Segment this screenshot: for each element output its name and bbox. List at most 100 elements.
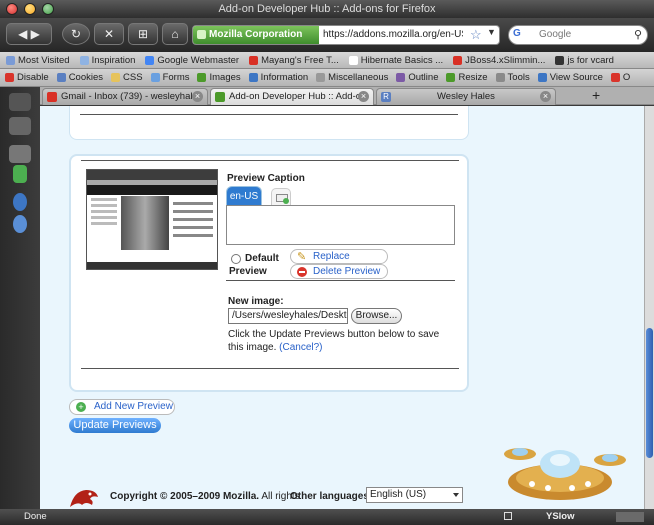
search-placeholder[interactable]: Google (539, 29, 571, 40)
webdev-item-icon (316, 73, 326, 82)
home-button[interactable]: ⌂ (162, 23, 188, 45)
bookmark-star-icon[interactable]: ☆ (470, 27, 482, 43)
text-tool-icon[interactable] (9, 117, 31, 135)
webdev-item[interactable]: Tools (495, 72, 530, 83)
preview-label: Preview (229, 266, 267, 277)
file-path-input[interactable]: /Users/wesleyhales/Deskto (228, 308, 348, 324)
webdev-item-label: Outline (408, 72, 439, 83)
bookmark-item-label: JBoss4.xSlimmin... (465, 54, 546, 66)
url-text[interactable]: https://addons.mozilla.org/en-US/d (323, 26, 463, 44)
reload-icon: ↻ (70, 27, 82, 41)
stop-button[interactable]: ✕ (94, 23, 124, 45)
bookmark-item[interactable]: Google Webmaster (145, 55, 239, 66)
webdev-item[interactable]: Forms (150, 72, 189, 83)
info-icon[interactable] (13, 215, 27, 233)
delete-preview-button[interactable]: Delete Preview (290, 264, 388, 279)
update-hint: Click the Update Previews button below t… (228, 328, 448, 354)
minimize-window-button[interactable] (24, 3, 36, 15)
webdev-item-icon (446, 73, 456, 82)
default-radio[interactable] (231, 254, 241, 264)
lock-icon (504, 512, 512, 520)
webdev-item-label: Miscellaneous (328, 72, 389, 83)
page-footer: Copyright © 2005–2009 Mozilla. All right… (40, 481, 644, 509)
bookmark-item-label: Inspiration (91, 54, 136, 66)
scrollbar-thumb[interactable] (646, 328, 653, 458)
bookmark-item-icon (555, 55, 565, 65)
bookmark-item[interactable]: Mayang's Free T... (249, 55, 339, 66)
language-select[interactable]: English (US) (366, 487, 463, 503)
vertical-scrollbar[interactable] (644, 106, 654, 509)
add-locale-icon[interactable] (271, 188, 291, 206)
settings-gear-icon[interactable] (13, 193, 27, 211)
new-tab-button[interactable]: + (592, 88, 600, 103)
preview-thumbnail[interactable] (86, 169, 218, 270)
divider (80, 114, 458, 115)
webdev-item[interactable]: O (610, 72, 630, 83)
search-engine-icon[interactable]: G (513, 28, 535, 42)
webdev-item[interactable]: Information (248, 72, 308, 83)
mozilla-dragon-logo (70, 490, 98, 507)
update-previews-button[interactable]: Update Previews (69, 418, 161, 433)
bookmark-item[interactable]: Most Visited (6, 55, 70, 66)
divider (81, 368, 459, 369)
new-tab-toolbar-button[interactable]: ⊞ (128, 23, 158, 45)
url-bar[interactable]: Mozilla Corporation (US) https://addons.… (192, 25, 500, 45)
bookmark-item[interactable]: JBoss4.xSlimmin... (453, 55, 545, 66)
star-tool-icon[interactable] (9, 93, 31, 111)
browse-button[interactable]: Browse... (351, 308, 402, 324)
tab-addon-developer-hub[interactable]: Add-on Developer Hub :: Add-o... × (210, 88, 374, 105)
cancel-link[interactable]: (Cancel?) (279, 342, 322, 353)
webdev-item[interactable]: Resize (446, 72, 488, 83)
webdev-item[interactable]: View Source (537, 72, 603, 83)
replace-preview-button[interactable]: ✎ Replace Preview (290, 249, 388, 275)
close-tab-icon[interactable]: × (192, 91, 203, 102)
webdev-item-icon (111, 73, 121, 82)
gmail-favicon-icon (47, 92, 57, 102)
webdev-item-label: View Source (549, 72, 603, 83)
default-label: Default (245, 253, 279, 264)
reload-button[interactable]: ↻ (62, 23, 90, 45)
tab-label: Add-on Developer Hub :: Add-o... (229, 91, 369, 102)
locale-tab-en-us[interactable]: en-US (226, 186, 262, 206)
page-content: Preview Caption en-US Default Preview ✎ … (40, 106, 644, 509)
webdev-item-icon (537, 73, 547, 82)
webdev-item-label: Images (209, 72, 241, 83)
pencil-icon: ✎ (297, 251, 307, 263)
zoom-window-button[interactable] (42, 3, 54, 15)
webdev-item[interactable]: Outline (396, 72, 438, 83)
tab-gmail[interactable]: Gmail - Inbox (739) - wesleyhal... × (42, 88, 208, 105)
back-forward-button[interactable]: ◀ ▶ (6, 23, 52, 45)
addon-puzzle-icon[interactable] (13, 165, 27, 183)
status-text: Done (24, 511, 47, 522)
preview-panel: Preview Caption en-US Default Preview ✎ … (69, 154, 469, 392)
bookmark-item[interactable]: js for vcard (555, 55, 614, 66)
close-tab-icon[interactable]: × (540, 91, 551, 102)
bookmark-item-label: Hibernate Basics ... (360, 54, 444, 66)
bookmark-item[interactable]: Inspiration (79, 54, 136, 66)
error-console-icon[interactable] (616, 512, 644, 522)
bookmark-item[interactable]: Hibernate Basics ... (348, 54, 444, 66)
new-image-label: New image: (228, 296, 284, 307)
webdev-item-icon (396, 73, 406, 82)
preview-caption-input[interactable] (226, 205, 455, 245)
window-tool-icon[interactable] (9, 145, 31, 163)
tab-wesley-hales[interactable]: R Wesley Hales × (376, 88, 556, 105)
webdev-item[interactable]: Cookies (56, 72, 103, 83)
close-window-button[interactable] (6, 3, 18, 15)
add-new-preview-button[interactable]: + Add New Preview (69, 399, 175, 415)
other-languages-label: Other languages: (290, 491, 373, 502)
webdev-item[interactable]: Disable (5, 72, 49, 83)
url-dropdown-icon[interactable]: ▼ (487, 27, 496, 37)
search-box[interactable]: G Google ⚲ (508, 25, 648, 45)
webdev-item[interactable]: Miscellaneous (316, 72, 388, 83)
bookmarks-toolbar: Most Visited Inspiration Google Webmaster M… (0, 52, 654, 69)
tab-label: Wesley Hales (437, 91, 495, 102)
webdev-item-icon (56, 73, 66, 82)
forward-arrow-icon: ▶ (30, 27, 40, 41)
close-tab-icon[interactable]: × (358, 91, 369, 102)
yslow-button[interactable]: YSlow (546, 509, 575, 525)
search-icon[interactable]: ⚲ (634, 28, 642, 41)
webdev-item[interactable]: CSS (111, 72, 143, 83)
site-identity-badge[interactable]: Mozilla Corporation (US) (193, 26, 319, 44)
webdev-item[interactable]: Images (197, 72, 241, 83)
